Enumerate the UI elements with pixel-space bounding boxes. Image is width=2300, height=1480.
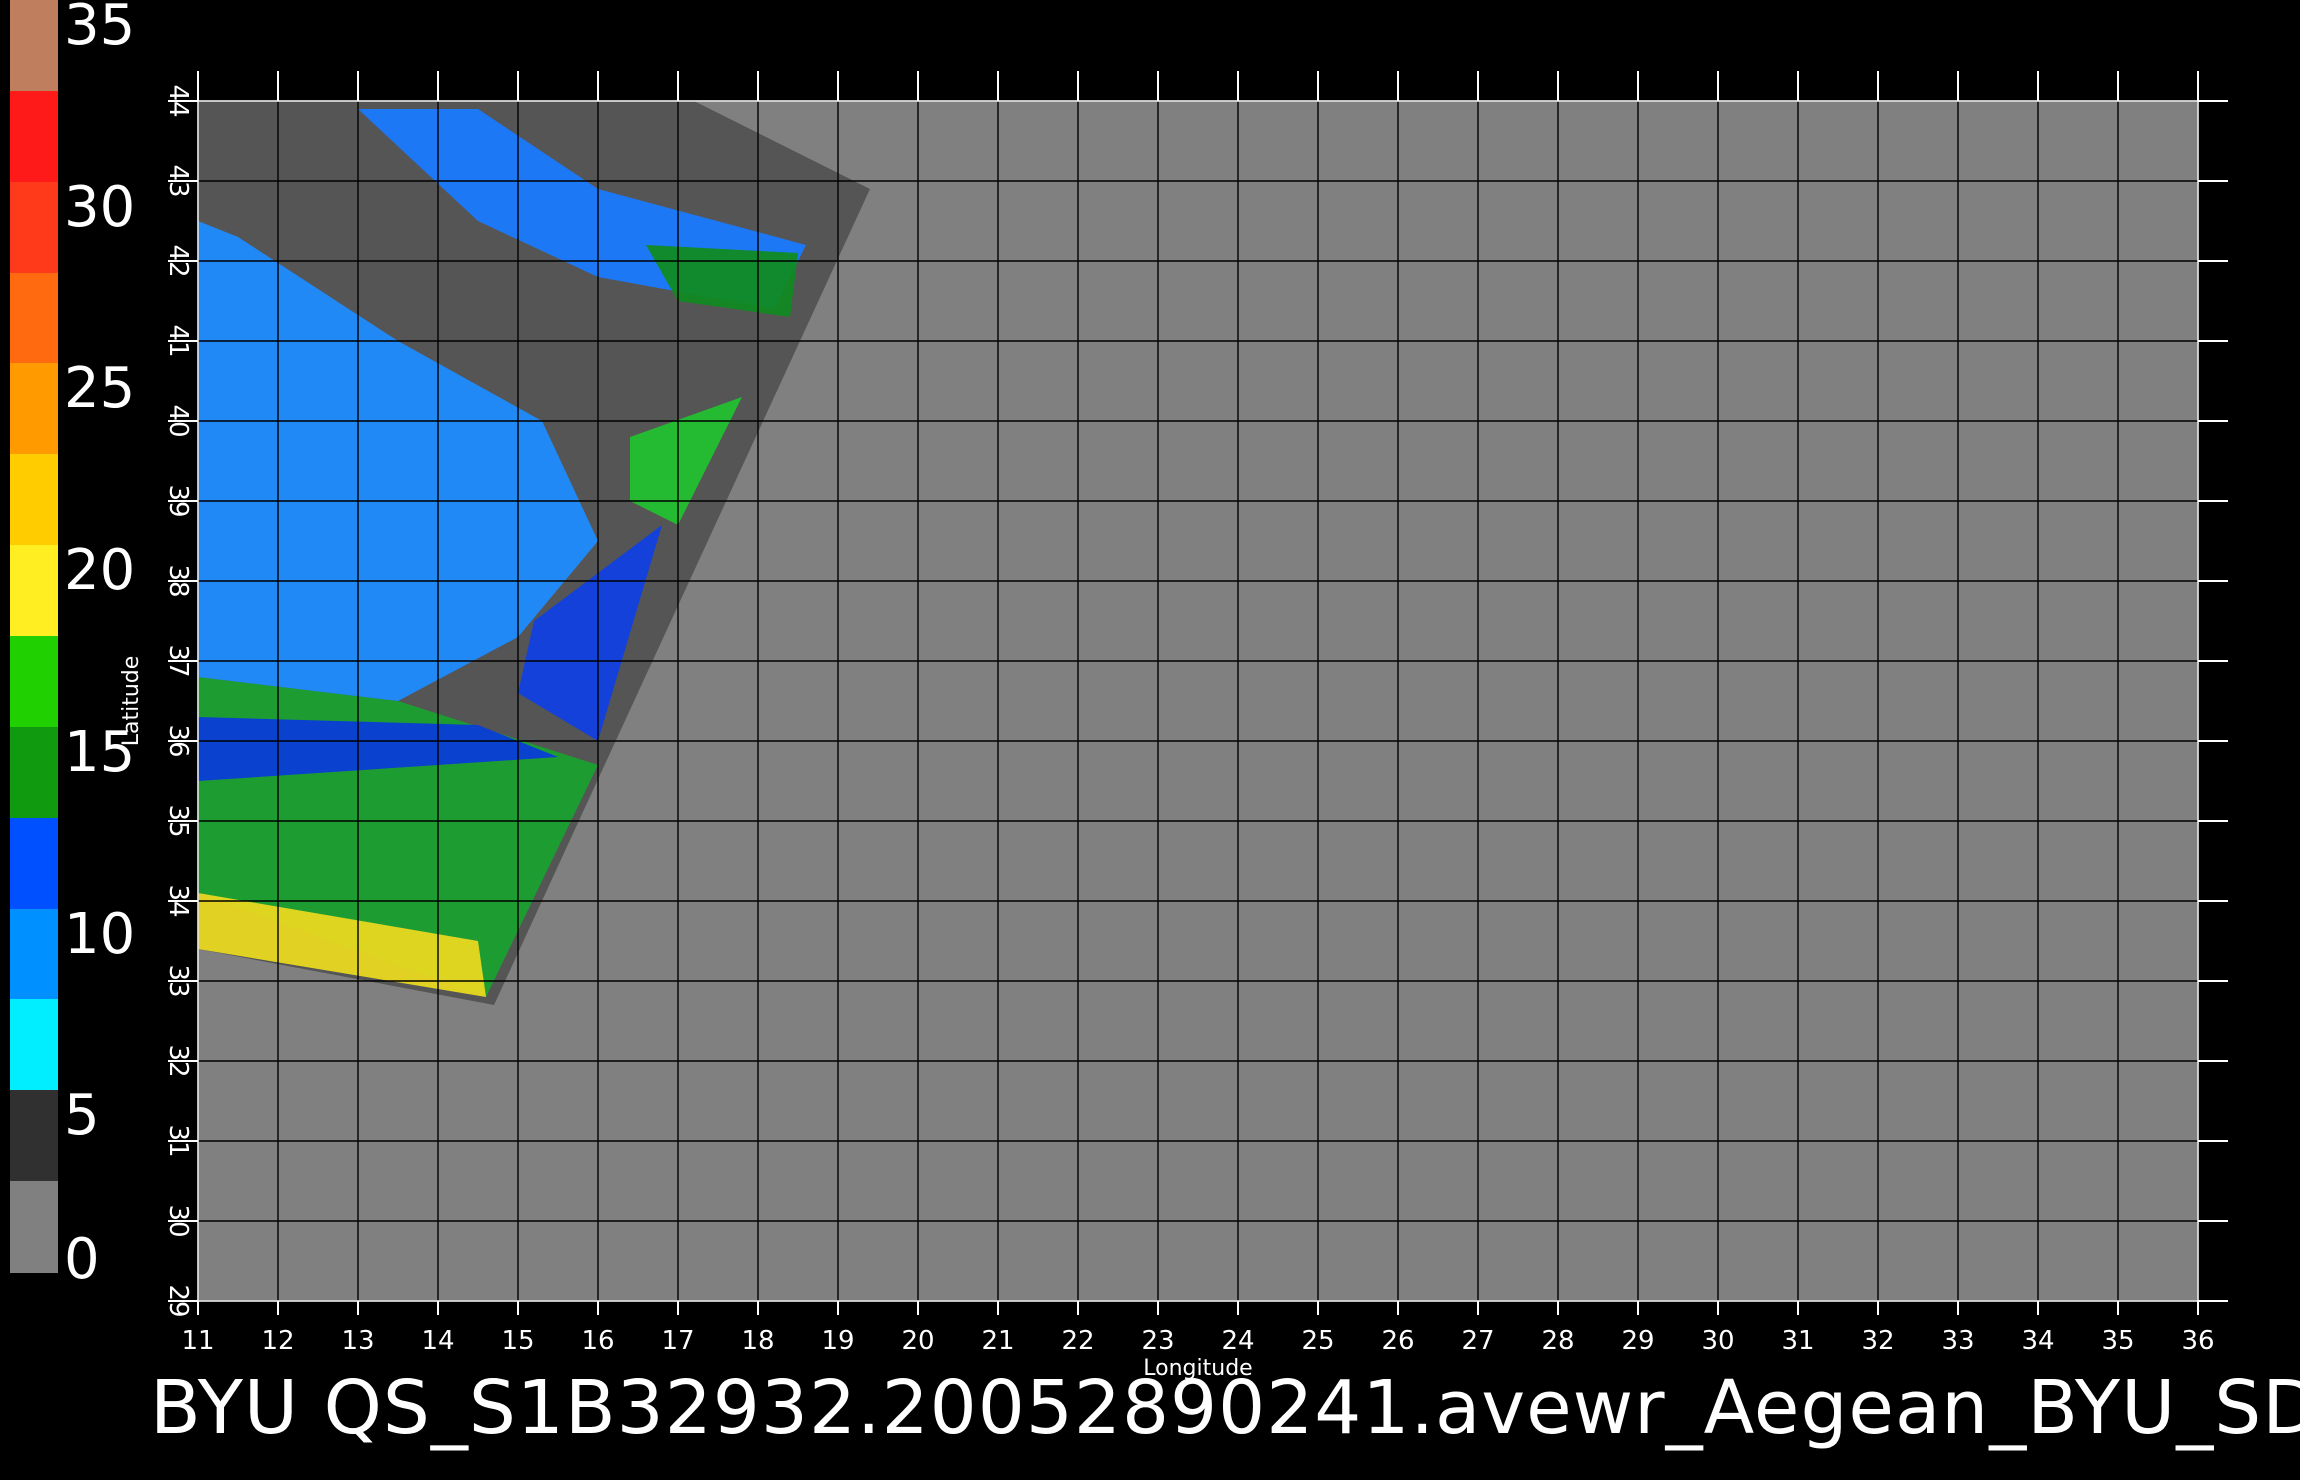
lat-tick-label: 30	[163, 1204, 193, 1237]
lon-tick-label: 16	[581, 1326, 614, 1356]
lat-tick-label: 41	[163, 324, 193, 357]
lon-tick-label: 24	[1221, 1326, 1254, 1356]
lon-tick-label: 23	[1141, 1326, 1174, 1356]
lon-tick-label: 36	[2181, 1326, 2214, 1356]
lat-tick-label: 32	[163, 1044, 193, 1077]
lon-tick-label: 11	[181, 1326, 214, 1356]
lat-tick-label: 37	[163, 644, 193, 677]
lon-tick-label: 19	[821, 1326, 854, 1356]
lon-tick-label: 17	[661, 1326, 694, 1356]
lat-tick-label: 38	[163, 564, 193, 597]
lon-tick-label: 31	[1781, 1326, 1814, 1356]
lat-tick-label: 35	[163, 804, 193, 837]
image-title: BYU QS_S1B32932.20052890241.avewr_Aegean…	[150, 1365, 2300, 1451]
lon-tick-label: 15	[501, 1326, 534, 1356]
lat-tick-label: 39	[163, 484, 193, 517]
lon-tick-label: 34	[2021, 1326, 2054, 1356]
lat-tick-label: 33	[163, 964, 193, 997]
lon-tick-label: 33	[1941, 1326, 1974, 1356]
lat-tick-label: 29	[163, 1284, 193, 1317]
lon-tick-label: 30	[1701, 1326, 1734, 1356]
lon-tick-label: 32	[1861, 1326, 1894, 1356]
lon-tick-label: 22	[1061, 1326, 1094, 1356]
lat-tick-label: 43	[163, 164, 193, 197]
lon-tick-label: 12	[261, 1326, 294, 1356]
lon-tick-label: 28	[1541, 1326, 1574, 1356]
lon-tick-label: 14	[421, 1326, 454, 1356]
lon-tick-label: 21	[981, 1326, 1014, 1356]
lon-tick-label: 18	[741, 1326, 774, 1356]
lon-tick-label: 13	[341, 1326, 374, 1356]
lon-tick-label: 35	[2101, 1326, 2134, 1356]
lat-tick-label: 44	[163, 84, 193, 117]
latitude-tick-labels: 29 30 31 32 33 34 35 36 37 38 39 40 41 42 43 44	[163, 84, 193, 1317]
y-axis-title: Latitude	[119, 656, 144, 747]
lon-tick-label: 20	[901, 1326, 934, 1356]
lon-tick-label: 26	[1381, 1326, 1414, 1356]
lon-tick-label: 25	[1301, 1326, 1334, 1356]
lat-tick-label: 42	[163, 244, 193, 277]
lon-tick-label: 27	[1461, 1326, 1494, 1356]
wind-map: 11 12 13 14 15 16 17 18 19 20 21 22 23 24 25 26 27 28 29 30…	[119, 71, 2228, 1381]
lat-tick-label: 31	[163, 1124, 193, 1157]
lat-tick-label: 40	[163, 404, 193, 437]
lat-tick-label: 34	[163, 884, 193, 917]
lat-tick-label: 36	[163, 724, 193, 757]
lon-tick-label: 29	[1621, 1326, 1654, 1356]
longitude-tick-labels: 11 12 13 14 15 16 17 18 19 20 21 22 23 24 25 26 27 28 29 30…	[181, 1326, 2214, 1356]
